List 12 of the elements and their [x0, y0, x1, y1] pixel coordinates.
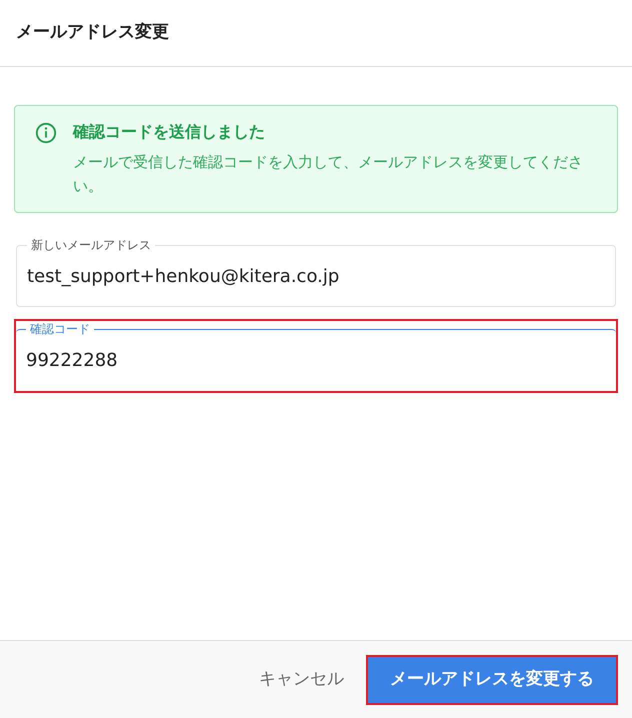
- field-value: 99222288: [26, 348, 118, 372]
- cancel-button[interactable]: キャンセル: [251, 654, 352, 704]
- field-label: 確認コード: [29, 321, 91, 337]
- alert-message: メールで受信した確認コードを入力して、メールアドレスを変更してください。: [73, 152, 584, 197]
- field-value: test_support+henkou@kitera.co.jp: [27, 264, 340, 288]
- change-email-button[interactable]: メールアドレスを変更する: [366, 654, 618, 704]
- alert-title: 確認コードを送信しました: [73, 121, 266, 143]
- info-icon: [35, 122, 57, 144]
- text-field[interactable]: 新しいメールアドレス test_support+henkou@kitera.co.jp: [16, 237, 616, 307]
- dialog-title: メールアドレス変更: [16, 21, 169, 44]
- text-field[interactable]: 確認コード 99222288: [16, 321, 616, 391]
- field-label: 新しいメールアドレス: [30, 237, 152, 253]
